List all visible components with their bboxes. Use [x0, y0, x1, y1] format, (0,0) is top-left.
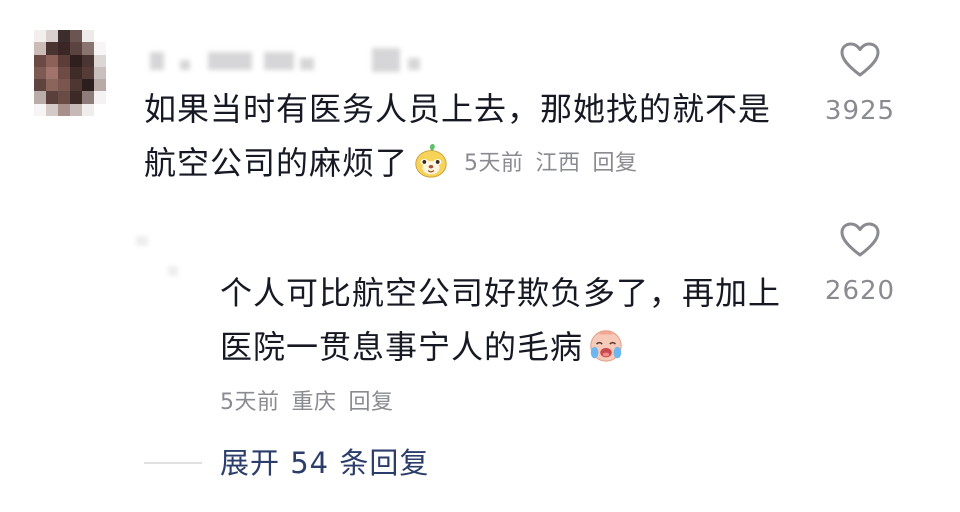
- comment-like-count: 3925: [824, 96, 896, 126]
- reply-avatar-fragment: [168, 266, 178, 276]
- reply-text-line-2: 医院一贯息事宁人的毛病: [220, 320, 820, 374]
- comment-like-heart-icon[interactable]: [840, 42, 880, 78]
- reply-meta: 5天前 重庆 回复: [220, 384, 406, 416]
- cute-face-emoji-icon: [415, 143, 447, 178]
- comment-text-line-1: 如果当时有医务人员上去，那她找的就不是: [144, 90, 772, 128]
- expand-replies-button[interactable]: 展开 54 条回复: [220, 440, 429, 482]
- reply-avatar[interactable]: [136, 236, 148, 246]
- comment-meta: 5天前 江西 回复: [464, 151, 650, 176]
- comment-reply-button[interactable]: 回复: [593, 151, 638, 176]
- reply-location: 重庆: [291, 390, 337, 415]
- comment-location: 江西: [535, 151, 581, 176]
- crying-face-emoji-icon: [590, 330, 622, 362]
- reply-reply-button[interactable]: 回复: [349, 390, 394, 415]
- reply-text: 个人可比航空公司好欺负多了，再加上 医院一贯息事宁人的毛病: [220, 266, 820, 374]
- commenter-username[interactable]: [150, 44, 420, 78]
- commenter-avatar[interactable]: [34, 30, 106, 117]
- expand-divider: [144, 462, 202, 464]
- reply-like-heart-icon[interactable]: [840, 222, 880, 258]
- comment-text-line-2-content: 航空公司的麻烦了: [144, 144, 409, 182]
- comment-text-line-2: 航空公司的麻烦了 5天前 江西 回复: [144, 136, 804, 191]
- comment-text: 如果当时有医务人员上去，那她找的就不是 航空公司的麻烦了 5天前 江西 回复: [144, 82, 804, 191]
- reply-like-count: 2620: [824, 276, 896, 306]
- comment-time: 5天前: [464, 151, 524, 176]
- reply-time: 5天前: [220, 390, 280, 415]
- reply-text-line-1: 个人可比航空公司好欺负多了，再加上: [220, 274, 782, 312]
- reply-text-line-2-content: 医院一贯息事宁人的毛病: [220, 328, 584, 366]
